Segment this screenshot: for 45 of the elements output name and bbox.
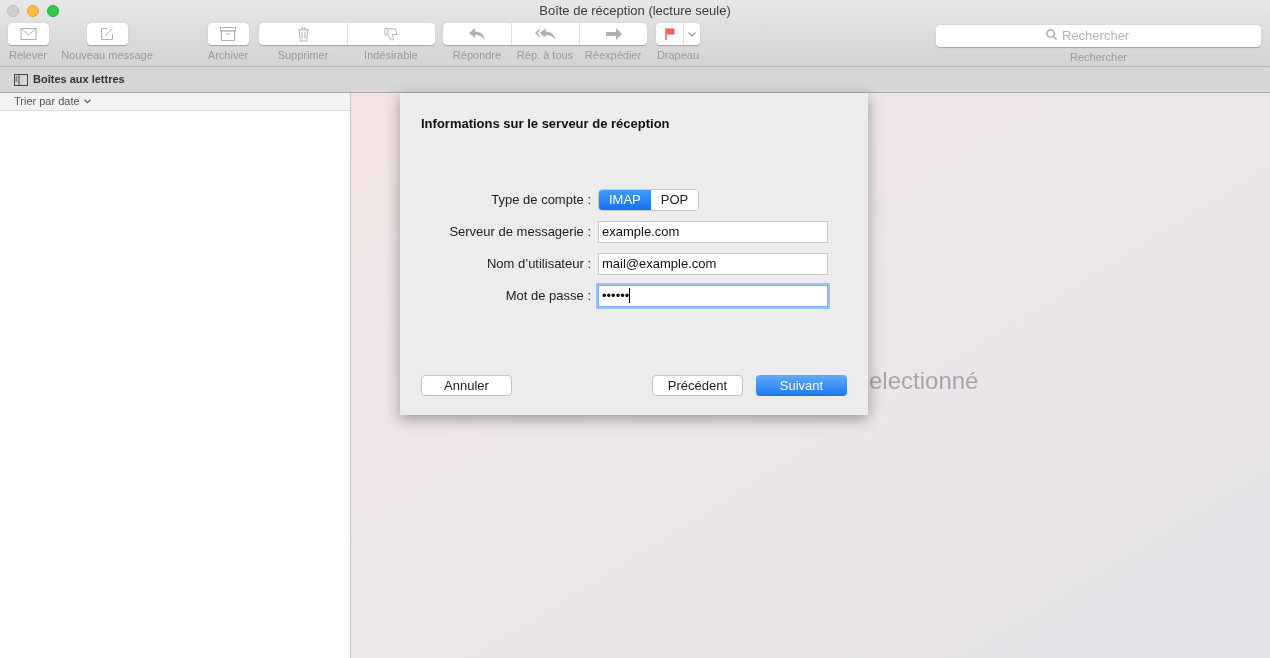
reply-all-arrows-icon [535, 28, 556, 40]
toolbar-label: Réexpédier [584, 48, 642, 62]
toolbar-label: Répondre [452, 48, 502, 62]
dialog-title: Informations sur le serveur de réception [421, 115, 671, 133]
field-label: Nom d’utilisateur : [485, 254, 591, 273]
field-label: Serveur de messagerie : [448, 222, 591, 241]
chevron-down-icon [83, 99, 91, 104]
toolbar-label: Rechercher [1070, 50, 1127, 64]
toolbar-label: Supprimer [277, 48, 329, 62]
minimize-button[interactable] [27, 5, 39, 17]
sidebar-icon [14, 73, 28, 86]
thumbs-down-icon [384, 26, 399, 42]
text-field[interactable]: •••••• [598, 284, 828, 307]
reply-arrow-icon [469, 28, 485, 40]
dialog-button[interactable]: Annuler [421, 375, 512, 396]
search-icon [1046, 29, 1057, 40]
field-label: Type de compte : [490, 190, 591, 209]
text-field[interactable]: mail@example.com [598, 252, 828, 275]
toolbar-label: Indésirable [364, 48, 418, 62]
toolbar-label: Archiver [207, 48, 249, 62]
envelope-icon [19, 28, 37, 40]
trash-icon [296, 26, 310, 42]
dialog-button[interactable]: Précédent [652, 375, 743, 396]
empty-message-text: electionné [869, 366, 979, 396]
toolbar-button[interactable] [207, 23, 249, 45]
search-field[interactable]: Rechercher [936, 24, 1261, 47]
archive-box-icon [220, 27, 236, 41]
toolbar-label: Nouveau message [61, 48, 153, 62]
sort-menu[interactable]: Trier par date [14, 93, 80, 110]
toolbar-button[interactable] [7, 23, 49, 45]
text-field[interactable]: example.com [598, 220, 828, 243]
flag-button[interactable] [656, 23, 700, 45]
forward-arrow-icon [605, 28, 622, 40]
flag-icon [664, 28, 675, 40]
compose-icon [100, 27, 114, 41]
close-button[interactable] [7, 5, 19, 17]
toolbar-label: Relever [9, 48, 47, 62]
toolbar-button[interactable] [86, 23, 128, 45]
mailboxes-label[interactable]: Boîtes aux lettres [33, 71, 125, 88]
zoom-button[interactable] [47, 5, 59, 17]
field-label: Mot de passe : [504, 286, 591, 305]
account-type-segment[interactable]: IMAP [599, 189, 651, 210]
window-title: Boîte de réception (lecture seule) [539, 2, 731, 21]
toolbar-label: Drapeau [656, 48, 700, 62]
chevron-down-icon [688, 31, 696, 37]
